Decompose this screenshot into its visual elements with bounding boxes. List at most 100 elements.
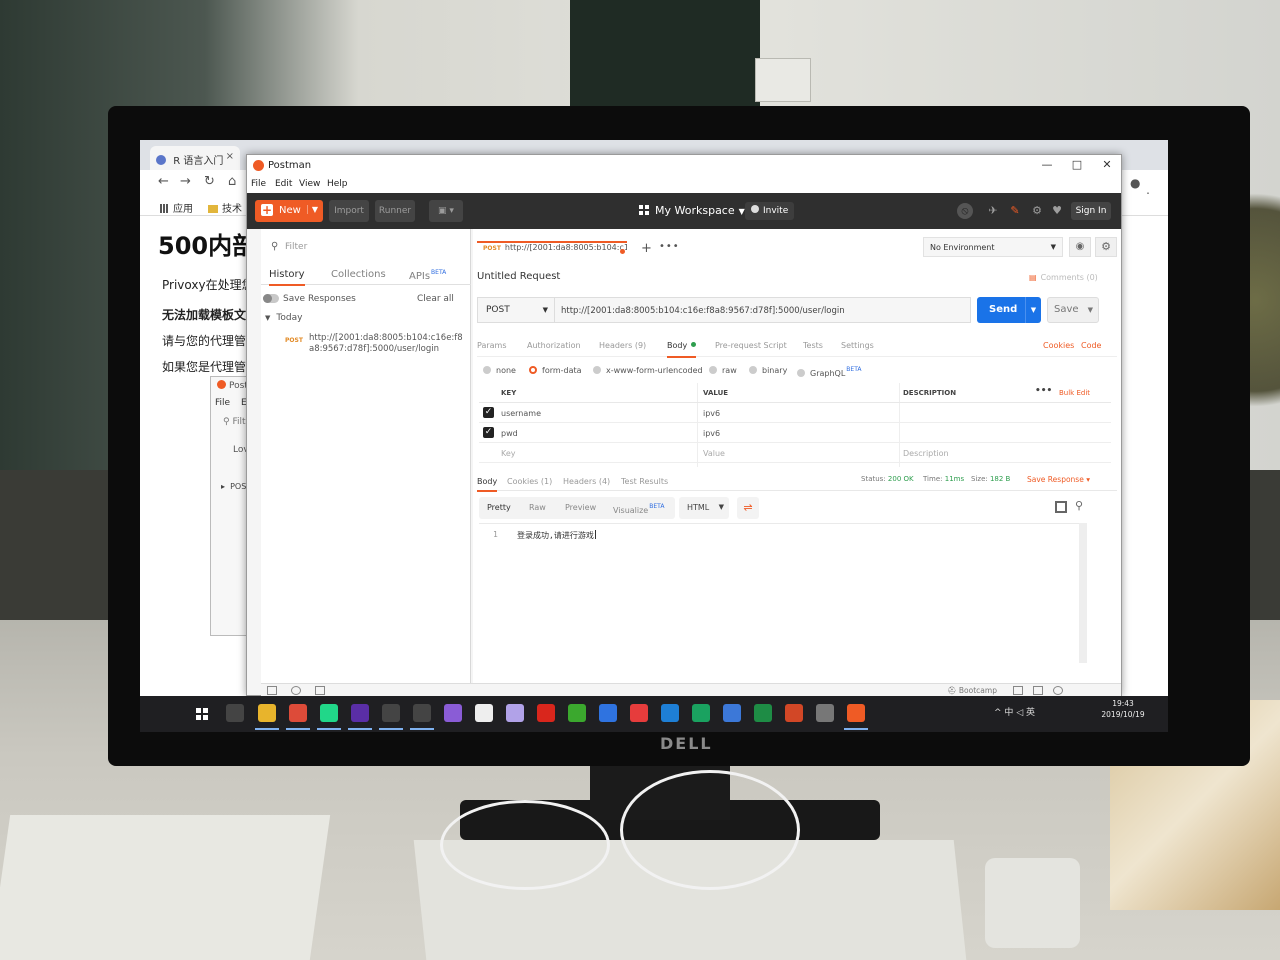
tab-collections[interactable]: Collections bbox=[331, 269, 386, 280]
tab-response-body[interactable]: Body bbox=[477, 477, 498, 492]
key-cell[interactable]: pwd bbox=[501, 429, 518, 438]
radio-x-www-form-urlencoded[interactable]: x-www-form-urlencoded bbox=[593, 366, 703, 375]
tab-raw[interactable]: Raw bbox=[529, 503, 546, 512]
comments-link[interactable]: ▤ Comments (0) bbox=[1029, 273, 1098, 282]
interceptor-icon[interactable]: ✎ bbox=[1007, 203, 1023, 219]
taskbar-app-icon[interactable] bbox=[785, 704, 803, 722]
taskbar-app-icon[interactable] bbox=[630, 704, 648, 722]
windows-start-icon[interactable] bbox=[196, 708, 208, 720]
menu-view[interactable]: View bbox=[299, 179, 320, 189]
forward-icon[interactable]: → bbox=[180, 174, 191, 189]
clear-all-link[interactable]: Clear all bbox=[417, 294, 454, 304]
back-icon[interactable]: ← bbox=[158, 174, 169, 189]
tab-settings[interactable]: Settings bbox=[841, 341, 874, 350]
radio-none[interactable]: none bbox=[483, 366, 516, 375]
sidebar-toggle-icon[interactable] bbox=[267, 686, 277, 695]
taskbar-app-icon[interactable] bbox=[286, 704, 310, 730]
taskbar-app-icon[interactable] bbox=[444, 704, 462, 722]
taskbar-app-icon[interactable] bbox=[537, 704, 555, 722]
tab-params[interactable]: Params bbox=[477, 341, 507, 350]
taskbar-app-icon[interactable] bbox=[661, 704, 679, 722]
radio-binary[interactable]: binary bbox=[749, 366, 787, 375]
tab-pretty[interactable]: Pretty bbox=[487, 503, 511, 512]
taskbar-app-icon[interactable] bbox=[692, 704, 710, 722]
tab-pre-request-script[interactable]: Pre-request Script bbox=[715, 341, 787, 350]
add-tab-icon[interactable]: + bbox=[641, 241, 652, 256]
key-cell[interactable]: username bbox=[501, 409, 541, 418]
taskbar-app-icon[interactable] bbox=[410, 704, 434, 730]
chevron-down-icon[interactable]: ▼ bbox=[306, 205, 318, 214]
taskbar-app-icon[interactable] bbox=[723, 704, 741, 722]
taskbar-app-icon[interactable] bbox=[816, 704, 834, 722]
tab-history[interactable]: History bbox=[269, 269, 305, 286]
keyboard-icon[interactable] bbox=[1033, 686, 1043, 695]
bookmark-folder[interactable]: 技术 bbox=[208, 200, 242, 215]
tab-headers[interactable]: Headers (9) bbox=[599, 341, 646, 350]
format-select[interactable]: HTML ▼ bbox=[679, 497, 729, 519]
taskbar-app-icon[interactable] bbox=[844, 704, 868, 730]
save-responses-toggle[interactable] bbox=[263, 294, 279, 303]
find-icon[interactable] bbox=[291, 686, 301, 695]
gear-icon[interactable]: ⚙ bbox=[1095, 237, 1117, 257]
bookmark-apps[interactable]: 应用 bbox=[160, 200, 193, 215]
eye-icon[interactable]: ◉ bbox=[1069, 237, 1091, 257]
chevron-down-icon[interactable]: ▼ bbox=[1025, 297, 1041, 323]
new-button[interactable]: + New ▼ bbox=[255, 200, 323, 222]
taskbar-app-icon[interactable] bbox=[568, 704, 586, 722]
import-button[interactable]: Import bbox=[329, 200, 369, 222]
menu-help[interactable]: Help bbox=[327, 179, 348, 189]
menu-edit[interactable]: Edit bbox=[275, 179, 292, 189]
tab-visualize[interactable]: VisualizeBETA bbox=[613, 503, 664, 515]
clock[interactable]: 19:43 2019/10/19 bbox=[1094, 698, 1152, 720]
request-name[interactable]: Untitled Request bbox=[477, 271, 560, 282]
bootcamp-link[interactable]: ⛑ Bootcamp bbox=[947, 686, 997, 695]
workspace-selector[interactable]: My Workspace ▼ bbox=[639, 204, 745, 217]
task-view-icon[interactable] bbox=[226, 704, 244, 722]
copy-icon[interactable] bbox=[1055, 501, 1067, 513]
console-icon[interactable] bbox=[315, 686, 325, 695]
description-input[interactable]: Description bbox=[903, 449, 949, 458]
menu-file[interactable]: File bbox=[215, 398, 230, 408]
history-item[interactable]: POST http://[2001:da8:8005:b104:c16e:f8a… bbox=[261, 329, 471, 363]
maximize-button[interactable]: □ bbox=[1067, 158, 1087, 171]
chevron-down-icon[interactable]: ▼ bbox=[1088, 306, 1093, 314]
taskbar-app-icon[interactable] bbox=[599, 704, 617, 722]
reload-icon[interactable]: ↻ bbox=[204, 174, 215, 189]
taskbar-app-icon[interactable] bbox=[506, 704, 524, 722]
tab-response-headers[interactable]: Headers (4) bbox=[563, 477, 610, 486]
value-cell[interactable]: ipv6 bbox=[703, 409, 720, 418]
row-checkbox[interactable]: ✓ bbox=[483, 427, 494, 438]
tab-test-results[interactable]: Test Results bbox=[621, 477, 668, 486]
tab-authorization[interactable]: Authorization bbox=[527, 341, 581, 350]
tab-body[interactable]: Body bbox=[667, 341, 697, 358]
url-input[interactable]: http://[2001:da8:8005:b104:c16e:f8a8:956… bbox=[555, 297, 971, 323]
extension-icon[interactable]: ● bbox=[1130, 176, 1140, 190]
two-pane-icon[interactable] bbox=[1013, 686, 1023, 695]
taskbar-app-icon[interactable] bbox=[317, 704, 341, 730]
taskbar-app-icon[interactable] bbox=[255, 704, 279, 730]
tab-tests[interactable]: Tests bbox=[803, 341, 823, 350]
send-button[interactable]: Send ▼ bbox=[977, 297, 1041, 323]
heart-icon[interactable]: ♥ bbox=[1049, 203, 1065, 219]
minimize-button[interactable]: — bbox=[1037, 158, 1057, 171]
taskbar-app-icon[interactable] bbox=[348, 704, 372, 730]
value-cell[interactable]: ipv6 bbox=[703, 429, 720, 438]
system-tray[interactable]: ^ 中 ◁ 英 bbox=[994, 705, 1035, 718]
save-button[interactable]: Save ▼ bbox=[1047, 297, 1099, 323]
new-window-button[interactable]: ▣ ▾ bbox=[429, 200, 463, 222]
value-input[interactable]: Value bbox=[703, 449, 725, 458]
row-checkbox[interactable]: ✓ bbox=[483, 407, 494, 418]
response-body[interactable]: 1 登录成功,请进行游戏 bbox=[479, 523, 1085, 663]
taskbar-app-icon[interactable] bbox=[379, 704, 403, 730]
code-link[interactable]: Code bbox=[1081, 341, 1101, 350]
save-response-button[interactable]: Save Response ▾ bbox=[1027, 475, 1090, 484]
tab-apis[interactable]: APIsBETA bbox=[409, 269, 446, 282]
tab-preview[interactable]: Preview bbox=[565, 503, 596, 512]
bulk-edit-link[interactable]: Bulk Edit bbox=[1059, 389, 1090, 397]
runner-button[interactable]: Runner bbox=[375, 200, 415, 222]
wrap-lines-icon[interactable]: ⇌ bbox=[737, 497, 759, 519]
sync-icon[interactable]: ⦸ bbox=[957, 203, 973, 219]
radio-form-data[interactable]: form-data bbox=[529, 366, 582, 375]
home-icon[interactable]: ⌂ bbox=[228, 174, 236, 189]
request-tab[interactable]: POST http://[2001:da8:8005:b104:c1... bbox=[477, 241, 627, 259]
